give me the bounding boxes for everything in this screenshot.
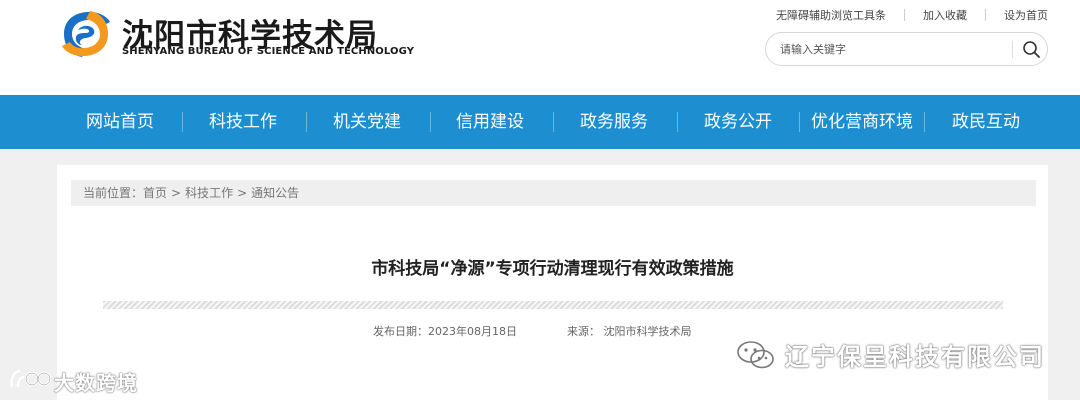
breadcrumb-separator: > bbox=[237, 186, 248, 200]
breadcrumb: 当前位置：首页 > 科技工作 > 通知公告 bbox=[71, 180, 1036, 206]
wechat-icon bbox=[737, 341, 774, 369]
search-box bbox=[765, 32, 1048, 66]
nav-item-gov-disclosure[interactable]: 政务公开 bbox=[688, 95, 788, 149]
main-nav: 网站首页 科技工作 机关党建 信用建设 政务服务 政务公开 优化营商环境 政民互… bbox=[0, 95, 1080, 149]
search-input[interactable] bbox=[780, 40, 1000, 59]
logo-emblem-icon bbox=[62, 11, 110, 57]
nav-divider bbox=[182, 112, 183, 132]
watermark-left: 大数跨境 bbox=[8, 365, 148, 395]
nav-item-gov-services[interactable]: 政务服务 bbox=[564, 95, 664, 149]
nav-divider bbox=[306, 112, 307, 132]
nav-item-tech-work[interactable]: 科技工作 bbox=[193, 95, 293, 149]
nav-item-business-environment[interactable]: 优化营商环境 bbox=[800, 95, 924, 149]
nav-divider bbox=[924, 112, 925, 132]
nav-item-interaction[interactable]: 政民互动 bbox=[936, 95, 1036, 149]
publish-date: 发布日期：2023年08月18日 bbox=[373, 325, 517, 338]
nav-divider bbox=[677, 112, 678, 132]
breadcrumb-home[interactable]: 首页 bbox=[143, 186, 167, 200]
breadcrumb-separator: > bbox=[171, 186, 182, 200]
search-icon[interactable] bbox=[1018, 37, 1044, 61]
article-title: 市科技局“净源”专项行动清理现行有效政策措施 bbox=[371, 259, 734, 279]
search-divider bbox=[1012, 41, 1013, 58]
nav-item-home[interactable]: 网站首页 bbox=[70, 95, 170, 149]
nav-item-party-building[interactable]: 机关党建 bbox=[317, 95, 417, 149]
breadcrumb-label: 当前位置： bbox=[83, 186, 144, 200]
nav-item-credit[interactable]: 信用建设 bbox=[440, 95, 540, 149]
top-link-divider bbox=[985, 9, 986, 21]
set-homepage-link[interactable]: 设为首页 bbox=[1004, 7, 1048, 23]
watermark-right-text: 辽宁保呈科技有限公司 bbox=[785, 343, 1045, 371]
site-header: 沈阳市科学技术局 SHENYANG BUREAU OF SCIENCE AND … bbox=[0, 0, 1080, 95]
add-favorite-link[interactable]: 加入收藏 bbox=[923, 7, 967, 23]
watermark-brand-icon bbox=[10, 369, 52, 388]
title-divider bbox=[103, 301, 1003, 309]
nav-divider bbox=[430, 112, 431, 132]
breadcrumb-tech-work[interactable]: 科技工作 bbox=[185, 186, 233, 200]
nav-divider bbox=[553, 112, 554, 132]
watermark-left-text: 大数跨境 bbox=[54, 371, 138, 395]
article-source: 来源： 沈阳市科学技术局 bbox=[567, 325, 692, 338]
breadcrumb-notices[interactable]: 通知公告 bbox=[251, 186, 299, 200]
accessibility-toolbar-link[interactable]: 无障碍辅助浏览工具条 bbox=[776, 7, 886, 23]
top-links: 无障碍辅助浏览工具条 加入收藏 设为首页 bbox=[776, 7, 1048, 23]
top-link-divider bbox=[904, 9, 905, 21]
watermark-right: 辽宁保呈科技有限公司 bbox=[735, 334, 1055, 374]
logo-english-name: SHENYANG BUREAU OF SCIENCE AND TECHNOLOG… bbox=[122, 46, 415, 57]
site-logo[interactable]: 沈阳市科学技术局 SHENYANG BUREAU OF SCIENCE AND … bbox=[58, 8, 414, 60]
